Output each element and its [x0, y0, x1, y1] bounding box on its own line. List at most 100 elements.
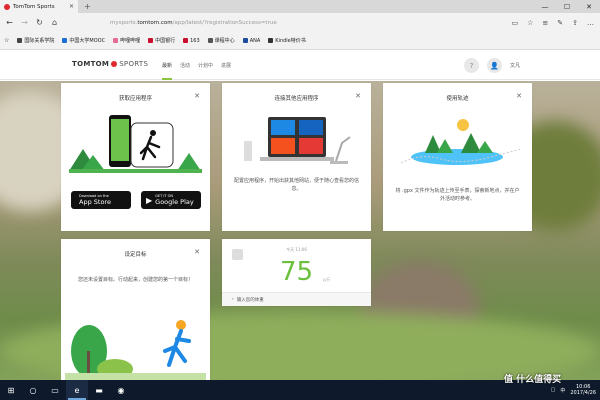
card-connect-apps: 连接其他应用程序 ✕ 配置应用程序，开始出获其他网站，便于随心查看您的信息。: [222, 83, 371, 231]
google-play-icon: ▶: [146, 195, 153, 205]
close-icon[interactable]: ✕: [194, 92, 200, 100]
logo-main: TOMTOM: [72, 60, 110, 68]
clock[interactable]: 10:06 2017/4/26: [570, 384, 596, 396]
weight-unit: 公斤: [322, 277, 331, 282]
close-icon[interactable]: ✕: [194, 248, 200, 256]
minimize-icon[interactable]: —: [534, 0, 556, 13]
site-header: TOMTOM SPORTS 最新 活动 计划中 进展 ? 👤 文凡: [0, 51, 600, 80]
input-language[interactable]: 中: [560, 387, 565, 394]
bookmark-label: 哔哩哔哩: [120, 38, 141, 44]
app-store-button[interactable]: Download on the App Store: [71, 191, 131, 209]
reading-view-icon[interactable]: ▭: [511, 19, 518, 27]
url-path: /app/latest/?registrationSuccess=true: [172, 19, 277, 26]
url-domain: tomtom.com: [137, 19, 173, 26]
file-explorer-icon[interactable]: ▬: [88, 380, 110, 400]
card-desc: 将 .gpx 文件作为轨迹上传至手表，探索新地点，并在户外活动时参考。: [395, 188, 520, 202]
tab-title: TomTom Sports: [13, 3, 55, 10]
clock-date: 2017/4/26: [570, 390, 596, 396]
bookmark-favicon-icon: [148, 38, 154, 43]
goal-illustration: [65, 320, 206, 380]
bookmark-item[interactable]: 163: [183, 38, 200, 44]
card-desc: 配置应用程序，开始出获其他网站，便于随心查看您的信息。: [234, 178, 360, 192]
bookmark-label: 课程中心: [214, 38, 235, 44]
browser-tab-bar: TomTom Sports ✕ +: [0, 0, 600, 13]
tab-close-icon[interactable]: ✕: [69, 3, 74, 10]
routes-illustration: [400, 119, 522, 165]
card-get-app: 获取应用程序 ✕ Download on the App Store ▶ GET…: [61, 83, 210, 231]
forward-icon[interactable]: →: [19, 17, 30, 28]
card-title: 使用轨迹: [446, 96, 469, 102]
logo-sub: SPORTS: [119, 60, 149, 68]
google-play-text: GET IT ON Google Play: [155, 194, 194, 206]
card-routes: 使用轨迹 ✕ 将 .gpx 文件作为轨迹上传至手表，探索新地点，并在户外活动时参…: [383, 83, 532, 231]
search-icon[interactable]: ○: [22, 380, 44, 400]
favorite-star-icon[interactable]: ☆: [527, 19, 533, 27]
user-name[interactable]: 文凡: [510, 62, 520, 69]
card-set-goal: 设定目标 ✕ 您还未设置目标。行动起来，创建您的第一个目标！: [61, 239, 210, 380]
card-desc: 您还未设置目标。行动起来，创建您的第一个目标！: [77, 277, 193, 283]
browser-actions: ▭ ☆ ≡ ✎ ⇪ …: [511, 13, 594, 32]
bookmark-label: Kindle特价书: [275, 38, 306, 44]
card-title: 连接其他应用程序: [274, 96, 319, 102]
close-icon[interactable]: ✕: [355, 92, 361, 100]
nav-latest[interactable]: 最新: [162, 51, 173, 80]
url-prefix: mysports.: [110, 19, 138, 26]
browser-tab[interactable]: TomTom Sports ✕: [0, 0, 78, 13]
bookmark-item[interactable]: 中国大学MOOC: [62, 37, 105, 44]
app-store-bottom: App Store: [79, 198, 111, 206]
refresh-icon[interactable]: ↻: [34, 17, 45, 28]
bookmark-item[interactable]: 中国银行: [148, 37, 175, 44]
close-icon[interactable]: ✕: [516, 92, 522, 100]
bookmark-favicon-icon: [242, 38, 248, 43]
close-window-icon[interactable]: ✕: [578, 0, 600, 13]
task-view-icon[interactable]: ▭: [44, 380, 66, 400]
watermark: 值 什么值得买: [504, 375, 562, 385]
url-field[interactable]: mysports.tomtom.com/app/latest/?registra…: [110, 20, 277, 26]
bookmark-favicon-icon: [207, 38, 213, 43]
maximize-icon[interactable]: ☐: [556, 0, 578, 13]
help-icon[interactable]: ?: [463, 58, 479, 73]
bookmark-item[interactable]: ANA: [242, 38, 260, 44]
bookmark-label: 中国大学MOOC: [69, 38, 106, 44]
bookmark-favicon-icon: [17, 38, 23, 43]
bookmark-favicon-icon: [268, 38, 274, 43]
bookmark-favicon-icon: [113, 38, 119, 43]
bookmark-item[interactable]: 国际关系学院: [17, 37, 54, 44]
app-illustration: [69, 115, 202, 173]
bookmarks-bar: ☆ 国际关系学院 中国大学MOOC 哔哩哔哩 中国银行 163 课程中心 ANA Kindle特…: [0, 32, 600, 50]
app-icon[interactable]: ◉: [110, 380, 132, 400]
header-right: ? 👤 文凡: [463, 58, 520, 73]
address-bar: ← → ↻ ⌂ mysports.tomtom.com/app/latest/?…: [0, 13, 600, 32]
nav-planned[interactable]: 计划中: [198, 51, 213, 80]
favorites-bar-star-icon[interactable]: ☆: [4, 37, 9, 44]
google-play-bottom: Google Play: [155, 198, 194, 206]
weight-today: 今天 11:06: [286, 247, 307, 252]
window-controls: — ☐ ✕: [534, 0, 600, 13]
new-tab-icon[interactable]: +: [84, 2, 91, 11]
avatar[interactable]: 👤: [486, 58, 502, 73]
hub-icon[interactable]: ≡: [542, 19, 548, 27]
google-play-button[interactable]: ▶ GET IT ON Google Play: [141, 191, 201, 209]
bookmark-item[interactable]: 哔哩哔哩: [113, 37, 140, 44]
nav-activities[interactable]: 活动: [180, 51, 190, 80]
card-title: 设定目标: [124, 252, 147, 258]
bookmark-label: 中国银行: [155, 38, 176, 44]
chevron-right-icon: ›: [232, 297, 234, 302]
tomtom-favicon-icon: [4, 3, 10, 10]
more-icon[interactable]: …: [587, 19, 594, 27]
main-nav: 最新 活动 计划中 进展: [162, 51, 231, 80]
tomtom-sports-logo[interactable]: TOMTOM SPORTS: [72, 60, 148, 68]
back-icon[interactable]: ←: [4, 17, 15, 28]
home-icon[interactable]: ⌂: [49, 17, 60, 28]
nav-progress[interactable]: 进展: [221, 51, 231, 80]
connect-illustration: [244, 117, 351, 164]
notification-icon[interactable]: ▢: [551, 387, 556, 393]
share-icon[interactable]: ⇪: [572, 19, 578, 27]
input-weight-button[interactable]: › 输入您的体重: [222, 292, 371, 306]
bookmark-item[interactable]: 课程中心: [207, 37, 235, 44]
bookmark-label: 国际关系学院: [24, 38, 55, 44]
bookmark-item[interactable]: Kindle特价书: [268, 37, 306, 44]
notes-icon[interactable]: ✎: [557, 19, 563, 27]
edge-icon[interactable]: e: [66, 380, 88, 400]
start-icon[interactable]: ⊞: [0, 380, 22, 400]
